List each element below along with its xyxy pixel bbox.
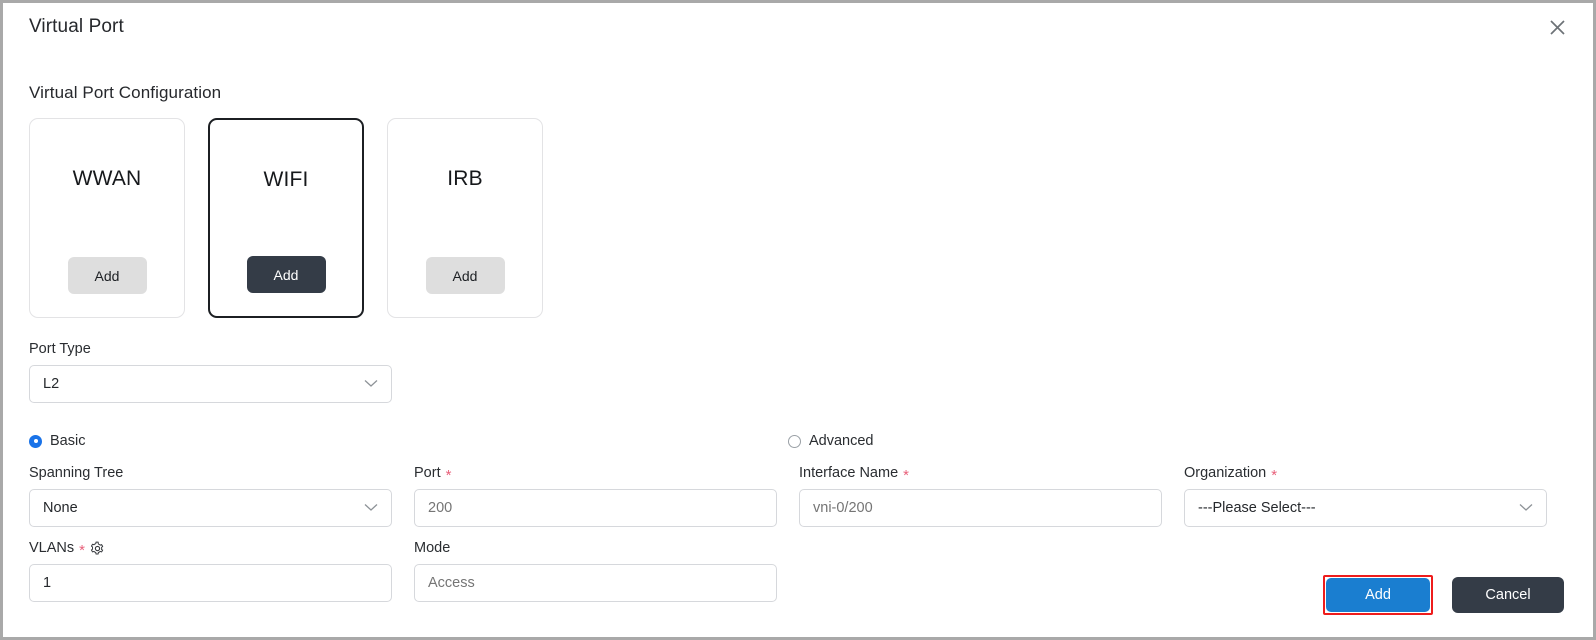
port-card-label: IRB (447, 167, 483, 190)
chevron-down-icon (1519, 500, 1533, 516)
required-indicator: * (1271, 466, 1278, 484)
vlans-input[interactable]: 1 (29, 564, 392, 602)
radio-basic[interactable]: Basic (29, 433, 85, 449)
spanning-tree-value: None (43, 500, 78, 516)
port-card-wifi[interactable]: WIFI Add (208, 118, 364, 318)
organization-label: Organization * (1184, 464, 1547, 484)
port-card-label: WWAN (72, 167, 142, 190)
required-indicator: * (903, 466, 909, 484)
port-input[interactable] (414, 489, 777, 527)
radio-advanced-indicator (788, 434, 801, 448)
mode-input[interactable] (414, 564, 777, 602)
close-icon[interactable] (1541, 11, 1573, 43)
spanning-tree-label-text: Spanning Tree (29, 465, 124, 481)
cancel-button[interactable]: Cancel (1452, 577, 1564, 613)
port-type-value: L2 (43, 376, 60, 392)
dialog-footer: Add Cancel (1323, 575, 1564, 615)
required-indicator: * (79, 541, 85, 559)
port-card-add-button[interactable]: Add (425, 257, 505, 294)
config-mode-radio-group: Basic Advanced (29, 433, 1567, 453)
port-label-text: Port (414, 465, 441, 481)
port-card-list: WWAN Add WIFI Add IRB Add (29, 118, 1567, 318)
port-type-label: Port Type (29, 340, 392, 358)
organization-select[interactable]: ---Please Select--- (1184, 489, 1547, 527)
chevron-down-icon (364, 376, 378, 392)
interface-name-label: Interface Name * (799, 464, 1162, 484)
gear-icon[interactable] (90, 541, 105, 556)
add-button-highlight: Add (1323, 575, 1433, 615)
vlans-field: VLANs * 1 (29, 539, 392, 602)
radio-basic-label: Basic (50, 433, 86, 449)
interface-name-label-text: Interface Name (799, 465, 899, 481)
vlans-label: VLANs * (29, 539, 392, 559)
radio-advanced-label: Advanced (809, 433, 874, 449)
radio-advanced[interactable]: Advanced (788, 433, 874, 449)
organization-label-text: Organization (1184, 465, 1267, 481)
interface-name-input[interactable] (799, 489, 1162, 527)
mode-label: Mode (414, 539, 777, 557)
spanning-tree-label: Spanning Tree (29, 464, 392, 482)
port-card-wwan[interactable]: WWAN Add (29, 118, 185, 318)
spanning-tree-field: Spanning Tree None (29, 464, 392, 527)
port-type-select[interactable]: L2 (29, 365, 392, 403)
required-indicator: * (445, 466, 452, 484)
virtual-port-dialog: Virtual Port Virtual Port Configuration … (0, 0, 1596, 640)
dialog-body: Virtual Port Configuration WWAN Add WIFI… (3, 83, 1593, 602)
add-button[interactable]: Add (1326, 578, 1430, 612)
chevron-down-icon (364, 500, 378, 516)
mode-field: Mode (414, 539, 777, 602)
section-title: Virtual Port Configuration (29, 83, 222, 102)
port-card-add-button[interactable]: Add (246, 256, 326, 293)
interface-name-field: Interface Name * (799, 464, 1162, 527)
port-card-irb[interactable]: IRB Add (387, 118, 543, 318)
vlans-value: 1 (43, 575, 52, 591)
dialog-titlebar: Virtual Port (3, 3, 1593, 51)
port-type-field: Port Type L2 (29, 340, 392, 403)
spanning-tree-select[interactable]: None (29, 489, 392, 527)
port-field: Port * (414, 464, 777, 527)
port-card-add-button[interactable]: Add (67, 257, 147, 294)
organization-value: ---Please Select--- (1198, 500, 1316, 516)
mode-label-text: Mode (414, 540, 451, 556)
port-type-label-text: Port Type (29, 341, 91, 357)
port-card-label: WIFI (263, 168, 309, 191)
radio-basic-indicator (29, 434, 42, 448)
dialog-title: Virtual Port (29, 16, 124, 37)
vlans-label-text: VLANs (29, 540, 75, 556)
organization-field: Organization * ---Please Select--- (1184, 464, 1547, 527)
port-label: Port * (414, 464, 777, 484)
